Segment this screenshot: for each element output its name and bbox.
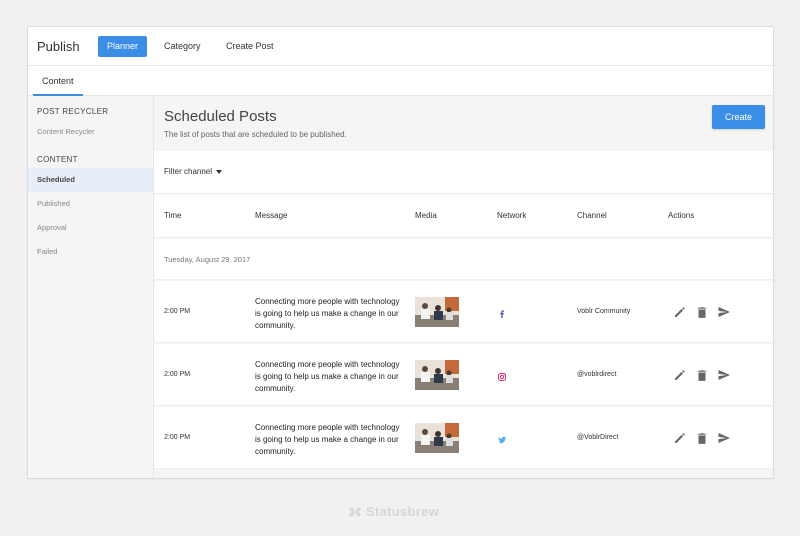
page-title: Scheduled Posts [164,108,277,125]
delete-icon[interactable] [695,368,709,382]
post-media-thumbnail[interactable] [415,297,459,327]
table-row[interactable]: 2:00 PM Connecting more people with tech… [154,407,773,469]
table-row[interactable]: 2:00 PM Connecting more people with tech… [154,281,773,343]
post-time: 2:00 PM [164,371,191,378]
filter-bar: Filter channel [154,151,773,194]
column-header-network: Network [497,211,527,220]
delete-icon[interactable] [695,305,709,319]
post-time: 2:00 PM [164,308,191,315]
nav-create-post-button[interactable]: Create Post [217,36,283,57]
edit-icon[interactable] [673,431,687,445]
create-button[interactable]: Create [712,105,765,129]
sidebar-item-approval[interactable]: Approval [28,216,153,240]
caret-down-icon [216,169,223,174]
send-icon[interactable] [717,305,731,319]
sidebar-item-content-recycler[interactable]: Content Recycler [28,120,153,144]
app-window: Publish Planner Category Create Post Con… [28,27,773,478]
nav-planner-button[interactable]: Planner [98,36,148,57]
sidebar-heading-post-recycler: POST RECYCLER [37,107,109,116]
post-channel: Voblr Community [577,308,631,315]
sidebar-item-scheduled[interactable]: Scheduled [28,168,153,192]
sidebar-item-published[interactable]: Published [28,192,153,216]
post-time: 2:00 PM [164,434,191,441]
instagram-icon [497,369,507,381]
post-media-thumbnail[interactable] [415,360,459,390]
post-channel: @VoblrDirect [577,434,619,441]
nav-category-button[interactable]: Category [155,36,210,57]
page-subtitle: The list of posts that are scheduled to … [164,130,347,139]
send-icon[interactable] [717,368,731,382]
facebook-icon [497,306,507,318]
table-header: Time Message Media Network Channel Actio… [154,195,773,238]
tab-bar: Content [28,66,773,96]
sidebar: POST RECYCLER Content Recycler CONTENT S… [28,96,154,478]
main-content: Scheduled Posts The list of posts that a… [154,96,773,478]
brand-name: Statusbrew [366,504,440,519]
date-group-label: Tuesday, August 29, 2017 [164,255,251,264]
tab-content[interactable]: Content [33,66,83,96]
post-media-thumbnail[interactable] [415,423,459,453]
post-channel: @voblrdirect [577,371,617,378]
filter-channel-dropdown[interactable]: Filter channel [164,167,223,176]
post-message: Connecting more people with technology i… [255,423,400,456]
delete-icon[interactable] [695,431,709,445]
post-message: Connecting more people with technology i… [255,297,400,330]
post-message: Connecting more people with technology i… [255,360,400,393]
table-row[interactable]: 2:00 PM Connecting more people with tech… [154,344,773,406]
edit-icon[interactable] [673,368,687,382]
twitter-icon [497,432,507,444]
app-title: Publish [37,39,80,54]
date-group-row: Tuesday, August 29, 2017 [154,239,773,280]
sidebar-heading-content: CONTENT [37,155,78,164]
column-header-media: Media [415,211,437,220]
column-header-message: Message [255,211,288,220]
top-navbar: Publish Planner Category Create Post [28,27,773,66]
edit-icon[interactable] [673,305,687,319]
column-header-actions: Actions [668,211,695,220]
filter-channel-label: Filter channel [164,167,213,176]
send-icon[interactable] [717,431,731,445]
column-header-channel: Channel [577,211,607,220]
column-header-time: Time [164,211,182,220]
statusbrew-logo-icon [348,505,362,519]
sidebar-item-failed[interactable]: Failed [28,240,153,264]
